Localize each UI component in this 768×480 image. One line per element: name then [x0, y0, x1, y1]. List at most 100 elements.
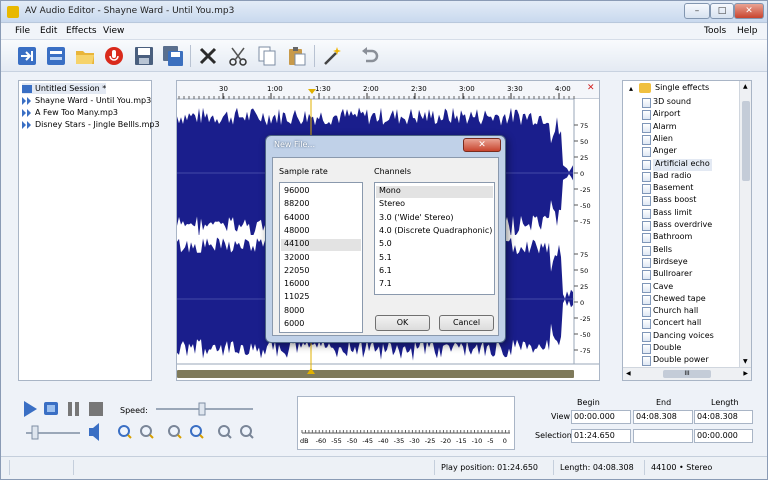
open-button[interactable] [72, 43, 98, 69]
dialog-close-button[interactable]: ✕ [463, 138, 501, 152]
effect-item[interactable]: Double [653, 343, 681, 355]
effect-item[interactable]: Birdseye [653, 257, 688, 269]
channel-option[interactable]: Stereo [379, 199, 405, 211]
scroll-left-icon[interactable]: ◀ [626, 370, 631, 377]
effect-item[interactable]: Alien [653, 134, 673, 146]
effect-item[interactable]: Cave [653, 282, 673, 294]
sample-rate-option[interactable]: 48000 [284, 226, 309, 238]
tree-expander-icon[interactable]: ▴ [629, 84, 633, 93]
menu-tools[interactable]: Tools [704, 26, 726, 36]
sample-rate-option[interactable]: 8000 [284, 306, 304, 318]
effect-item[interactable]: Airport [653, 109, 680, 121]
zoom-full-icon[interactable] [218, 425, 232, 439]
selection-begin-field[interactable]: 01:24.650 [571, 429, 631, 443]
scrollbar-thumb[interactable] [742, 101, 750, 181]
channel-option[interactable]: 7.1 [379, 279, 392, 291]
effects-root-label[interactable]: Single effects [655, 83, 709, 92]
effect-item[interactable]: Bullroarer [653, 269, 692, 281]
channel-option[interactable]: 3.0 ('Wide' Stereo) [379, 213, 453, 225]
scroll-up-icon[interactable]: ▲ [743, 83, 748, 90]
effect-item[interactable]: Anger [653, 146, 677, 158]
close-waveform-icon[interactable]: ✕ [587, 83, 595, 93]
volume-icon[interactable] [89, 423, 99, 441]
volume-slider-thumb[interactable] [31, 425, 39, 440]
export-button[interactable] [43, 43, 69, 69]
scroll-right-icon[interactable]: ▶ [743, 370, 748, 377]
selection-length-field[interactable]: 00:00.000 [694, 429, 753, 443]
import-button[interactable] [14, 43, 40, 69]
zoom-in-icon[interactable] [118, 425, 132, 439]
effects-wand-button[interactable] [319, 43, 345, 69]
undo-button[interactable] [356, 43, 382, 69]
sample-rate-option[interactable]: 88200 [284, 199, 309, 211]
speed-slider-thumb[interactable] [198, 402, 206, 416]
effect-item[interactable]: 3D sound [653, 97, 691, 109]
effect-item[interactable]: Bells [653, 245, 672, 257]
delete-button[interactable] [195, 43, 221, 69]
effect-item[interactable]: Dancing voices [653, 331, 714, 343]
sample-rate-option[interactable]: 64000 [284, 213, 309, 225]
channel-option[interactable]: 5.1 [379, 253, 392, 265]
ok-button[interactable]: OK [375, 315, 430, 331]
sample-rate-option[interactable]: 6000 [284, 319, 304, 331]
sample-rate-list[interactable]: 96000 88200 64000 48000 44100 32000 22050 16000… [279, 182, 363, 333]
zoom-reset-icon[interactable] [240, 425, 254, 439]
channels-list[interactable]: Mono Stereo 3.0 ('Wide' Stereo) 4.0 (Discre… [374, 182, 495, 295]
effect-item[interactable]: Artificial echo [653, 158, 712, 171]
horizontal-scrollbar[interactable]: III ◀ ▶ [623, 367, 751, 380]
stop-icon[interactable] [89, 402, 103, 416]
pause-icon[interactable] [68, 402, 79, 416]
cancel-button[interactable]: Cancel [439, 315, 494, 331]
effect-item[interactable]: Bass boost [653, 195, 696, 207]
menu-view[interactable]: View [103, 26, 124, 36]
channel-option[interactable]: 5.0 [379, 239, 392, 251]
effect-item[interactable]: Alarm [653, 122, 677, 134]
zoom-fit-icon[interactable] [190, 425, 204, 439]
effect-item[interactable]: Basement [653, 183, 693, 195]
save-all-button[interactable] [160, 43, 186, 69]
effect-item[interactable]: Bathroom [653, 232, 692, 244]
sample-rate-option[interactable]: 16000 [284, 279, 309, 291]
close-button[interactable]: ✕ [734, 3, 764, 19]
view-begin-field[interactable]: 00:00.000 [571, 410, 631, 424]
scroll-down-icon[interactable]: ▼ [743, 358, 748, 365]
scrollbar-thumb[interactable]: III [663, 370, 711, 378]
channel-option[interactable]: Mono [376, 186, 493, 198]
view-length-field[interactable]: 04:08.308 [694, 410, 753, 424]
play-icon[interactable] [24, 401, 37, 417]
effect-item[interactable]: Concert hall [653, 318, 701, 330]
effect-item[interactable]: Bass overdrive [653, 220, 712, 232]
effect-item[interactable]: Double power [653, 355, 709, 367]
sample-rate-option[interactable]: 32000 [284, 253, 309, 265]
track-item[interactable]: Shayne Ward - Until You.mp3 [22, 95, 151, 106]
selection-end-field[interactable] [633, 429, 693, 443]
loop-icon[interactable] [44, 402, 58, 415]
maximize-button[interactable]: □ [710, 3, 734, 19]
sample-rate-option[interactable]: 44100 [281, 239, 361, 252]
effect-item[interactable]: Church hall [653, 306, 698, 318]
channel-option[interactable]: 6.1 [379, 266, 392, 278]
effect-item[interactable]: Bass limit [653, 208, 692, 220]
session-item[interactable]: Untitled Session * [22, 83, 107, 94]
menu-edit[interactable]: Edit [40, 26, 57, 36]
paste-button[interactable] [284, 43, 310, 69]
track-item[interactable]: Disney Stars - Jingle Bellls.mp3 [22, 119, 160, 130]
sample-rate-option[interactable]: 96000 [284, 186, 309, 198]
sample-rate-option[interactable]: 11025 [284, 292, 309, 304]
copy-button[interactable] [254, 43, 280, 69]
zoom-selection-icon[interactable] [168, 425, 182, 439]
menu-effects[interactable]: Effects [66, 26, 97, 36]
menu-help[interactable]: Help [737, 26, 758, 36]
record-button[interactable] [101, 43, 127, 69]
sample-rate-option[interactable]: 22050 [284, 266, 309, 278]
channel-option[interactable]: 4.0 (Discrete Quadraphonic) [379, 226, 492, 238]
horizontal-scrollbar[interactable] [177, 370, 574, 378]
cut-button[interactable] [225, 43, 251, 69]
effect-item[interactable]: Bad radio [653, 171, 691, 183]
track-item[interactable]: A Few Too Many.mp3 [22, 107, 118, 118]
menu-file[interactable]: File [15, 26, 30, 36]
zoom-out-icon[interactable] [140, 425, 154, 439]
view-end-field[interactable]: 04:08.308 [633, 410, 693, 424]
minimize-button[interactable]: – [684, 3, 710, 19]
save-button[interactable] [131, 43, 157, 69]
